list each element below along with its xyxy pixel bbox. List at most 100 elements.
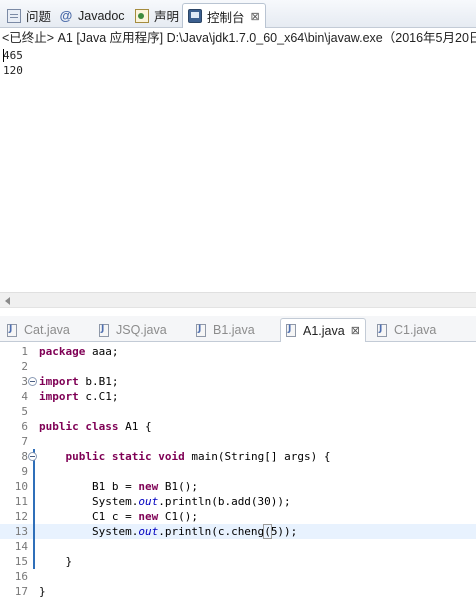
code-text: package aaa; [39,344,118,359]
java-file-icon [377,323,387,337]
line-number: 4 [21,390,28,403]
line-number: 8 [21,450,28,463]
code-line: 1 package aaa; [0,344,476,359]
line-number: 7 [21,435,28,448]
code-line: 11 System.out.println(b.add(30)); [0,494,476,509]
keyword: void [158,450,185,463]
keyword: import [39,375,79,388]
code-fragment: .println(c.cheng [158,525,265,538]
code-editor[interactable]: 1 package aaa; 2 3 import b.B1; 4 import… [0,342,476,611]
line-number: 13 [14,525,28,538]
line-number: 9 [21,465,28,478]
code-fragment: C1(); [158,510,198,523]
code-line: 7 [0,434,476,449]
code-fragment: A1 { [118,420,152,433]
code-line: 17 } [0,584,476,599]
code-line: 4 import c.C1; [0,389,476,404]
code-fragment: B1(); [158,480,198,493]
fold-collapse-icon[interactable] [28,377,37,386]
code-line: 16 [0,569,476,584]
line-number: 2 [21,360,28,373]
tab-console-label: 控制台 [207,10,245,25]
code-text: import c.C1; [39,389,119,404]
code-line: 12 C1 c = new C1(); [0,509,476,524]
editor-tab-label: JSQ.java [116,323,167,337]
keyword: new [138,480,159,493]
line-number: 5 [21,405,28,418]
code-fragment: } [65,555,73,568]
fold-collapse-icon[interactable] [28,452,37,461]
editor-tab-c1[interactable]: C1.java [372,318,441,342]
code-fragment: } [39,585,46,598]
code-line: 9 [0,464,476,479]
scroll-left-arrow-icon[interactable] [5,297,10,305]
code-text: } [39,554,73,569]
tab-javadoc[interactable]: @ Javadoc [54,3,130,28]
line-number: 17 [14,585,28,598]
tab-javadoc-label: Javadoc [78,8,125,23]
tab-declaration-label: 声明 [154,10,180,24]
keyword: static [111,450,152,463]
code-text: import b.B1; [39,374,119,389]
tab-problems-label: 问题 [26,10,52,24]
line-number: 1 [21,345,28,358]
line-number: 15 [14,555,28,568]
java-file-icon [286,324,296,337]
line-number: 14 [14,540,28,553]
static-field: out [138,495,159,508]
code-line: 2 [0,359,476,374]
close-icon[interactable]: ⊠ [351,324,360,337]
change-marker [33,524,35,539]
code-fragment: System. [91,525,139,538]
console-output-line: 465 [3,49,23,62]
code-text: System.out.println(b.add(30)); [39,494,291,509]
line-number: 11 [14,495,28,508]
editor-tab-jsq[interactable]: JSQ.java [94,318,172,342]
console-output[interactable]: 465 120 [0,48,476,292]
change-marker [33,554,35,569]
matching-bracket: ( [263,524,272,539]
code-line: 14 [0,539,476,554]
code-fragment: 5)); [270,525,298,538]
tab-declaration[interactable]: 声明 [130,3,184,28]
code-fragment: aaa; [85,345,119,358]
editor-tab-label: B1.java [213,323,255,337]
java-file-icon [196,323,206,337]
editor-tab-b1[interactable]: B1.java [191,318,260,342]
code-line: 8 public static void main(String[] args)… [0,449,476,464]
code-text: System.out.println(c.cheng(5)); [39,524,297,539]
code-line: 5 [0,404,476,419]
keyword: public [39,420,79,433]
horizontal-scrollbar[interactable] [0,292,476,308]
code-line: 6 public class A1 { [0,419,476,434]
code-fragment: b.B1; [78,375,119,388]
code-line: 10 B1 b = new B1(); [0,479,476,494]
code-line-current: 13 System.out.println(c.cheng(5)); [0,524,476,539]
code-text: public class A1 { [39,419,152,434]
editor-tab-cat[interactable]: Cat.java [2,318,75,342]
close-icon[interactable]: ⊠ [251,10,260,23]
change-marker [33,494,35,509]
problems-icon [7,8,21,23]
tab-problems[interactable]: 问题 [2,3,56,28]
editor-tab-bar: Cat.java JSQ.java B1.java A1.java ⊠ C1.j… [0,316,476,342]
code-fragment: C1 c = [91,510,139,523]
console-icon [188,9,202,23]
static-field: out [138,525,159,538]
change-marker [33,479,35,494]
tab-console[interactable]: 控制台 ⊠ [182,3,266,28]
view-tab-bar: 问题 @ Javadoc 声明 控制台 ⊠ [0,0,476,28]
line-number: 6 [21,420,28,433]
line-number: 3 [21,375,28,388]
code-fragment: System. [91,495,139,508]
editor-tab-label: Cat.java [24,323,70,337]
editor-tab-a1[interactable]: A1.java ⊠ [280,318,366,342]
change-marker [33,464,35,479]
java-file-icon [7,323,17,337]
code-line: 3 import b.B1; [0,374,476,389]
code-fragment: .println(b.add(30)); [158,495,291,508]
declaration-icon [135,8,149,23]
keyword: package [39,345,86,358]
code-fragment: main(String[] args) { [184,450,331,463]
change-marker [33,509,35,524]
